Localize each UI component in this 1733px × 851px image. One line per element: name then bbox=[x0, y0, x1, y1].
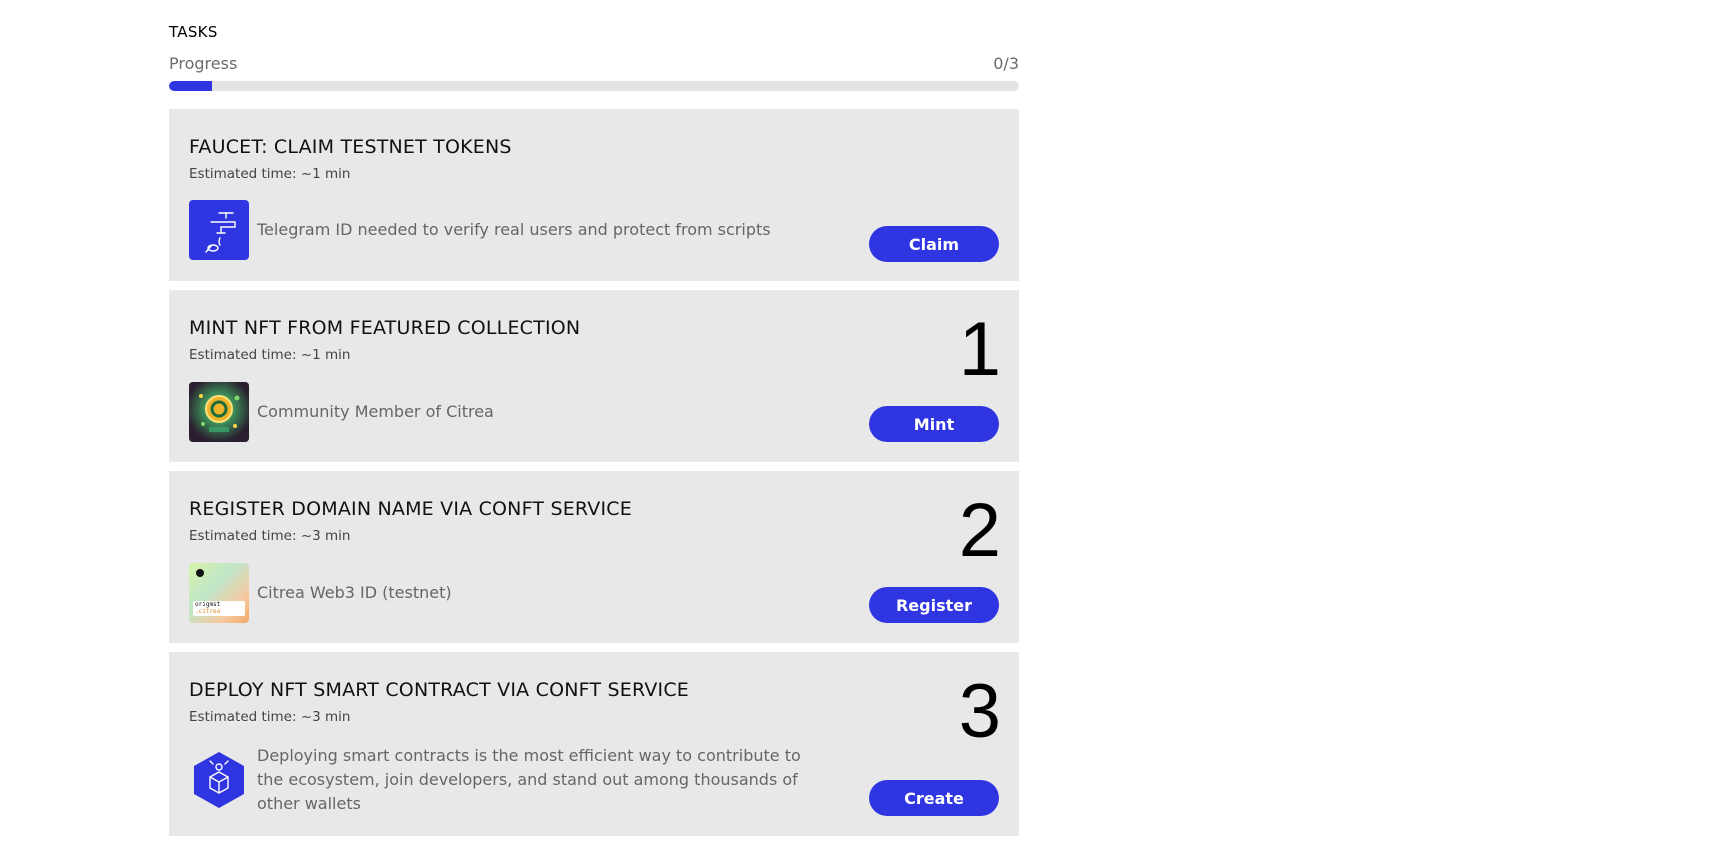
task-card-faucet: FAUCET: CLAIM TESTNET TOKENS Estimated t… bbox=[169, 109, 1019, 281]
faucet-icon bbox=[189, 200, 249, 260]
hexagon-contract-icon bbox=[189, 750, 249, 810]
progress-fill bbox=[169, 81, 212, 91]
domain-card-name: origmst bbox=[195, 601, 221, 608]
task-title: MINT NFT FROM FEATURED COLLECTION bbox=[189, 317, 581, 339]
task-number: 1 bbox=[958, 307, 1001, 392]
task-number: 2 bbox=[958, 488, 1001, 573]
domain-card-dot bbox=[196, 569, 204, 577]
task-description: Deploying smart contracts is the most ef… bbox=[257, 746, 801, 813]
task-title: REGISTER DOMAIN NAME VIA CONFT SERVICE bbox=[189, 498, 632, 520]
task-estimated-time: Estimated time: ~3 min bbox=[189, 528, 351, 544]
task-description: Community Member of Citrea bbox=[257, 402, 494, 421]
claim-button[interactable]: Claim bbox=[869, 226, 999, 262]
progress-bar bbox=[169, 81, 1019, 91]
section-title: TASKS bbox=[169, 23, 218, 41]
task-description: Telegram ID needed to verify real users … bbox=[257, 220, 771, 239]
task-title: DEPLOY NFT SMART CONTRACT VIA CONFT SERV… bbox=[189, 679, 689, 701]
task-card-mint-nft: MINT NFT FROM FEATURED COLLECTION Estima… bbox=[169, 290, 1019, 462]
domain-card-tld: .citrea bbox=[195, 608, 221, 615]
progress-label: Progress bbox=[169, 54, 238, 73]
task-estimated-time: Estimated time: ~1 min bbox=[189, 166, 351, 182]
progress-count: 0/3 bbox=[993, 54, 1019, 73]
task-title: FAUCET: CLAIM TESTNET TOKENS bbox=[189, 136, 512, 158]
task-estimated-time: Estimated time: ~3 min bbox=[189, 709, 351, 725]
task-number: 3 bbox=[958, 669, 1001, 754]
create-button[interactable]: Create bbox=[869, 780, 999, 816]
task-description: Citrea Web3 ID (testnet) bbox=[257, 583, 452, 602]
task-card-deploy-contract: DEPLOY NFT SMART CONTRACT VIA CONFT SERV… bbox=[169, 652, 1019, 836]
task-card-register-domain: REGISTER DOMAIN NAME VIA CONFT SERVICE E… bbox=[169, 471, 1019, 643]
register-button[interactable]: Register bbox=[869, 587, 999, 623]
domain-card-label: origmst .citrea bbox=[193, 601, 245, 616]
citrea-nft-image bbox=[189, 382, 249, 442]
task-estimated-time: Estimated time: ~1 min bbox=[189, 347, 351, 363]
progress-row: Progress 0/3 bbox=[169, 54, 1019, 76]
mint-button[interactable]: Mint bbox=[869, 406, 999, 442]
domain-card-image: origmst .citrea bbox=[189, 563, 249, 623]
